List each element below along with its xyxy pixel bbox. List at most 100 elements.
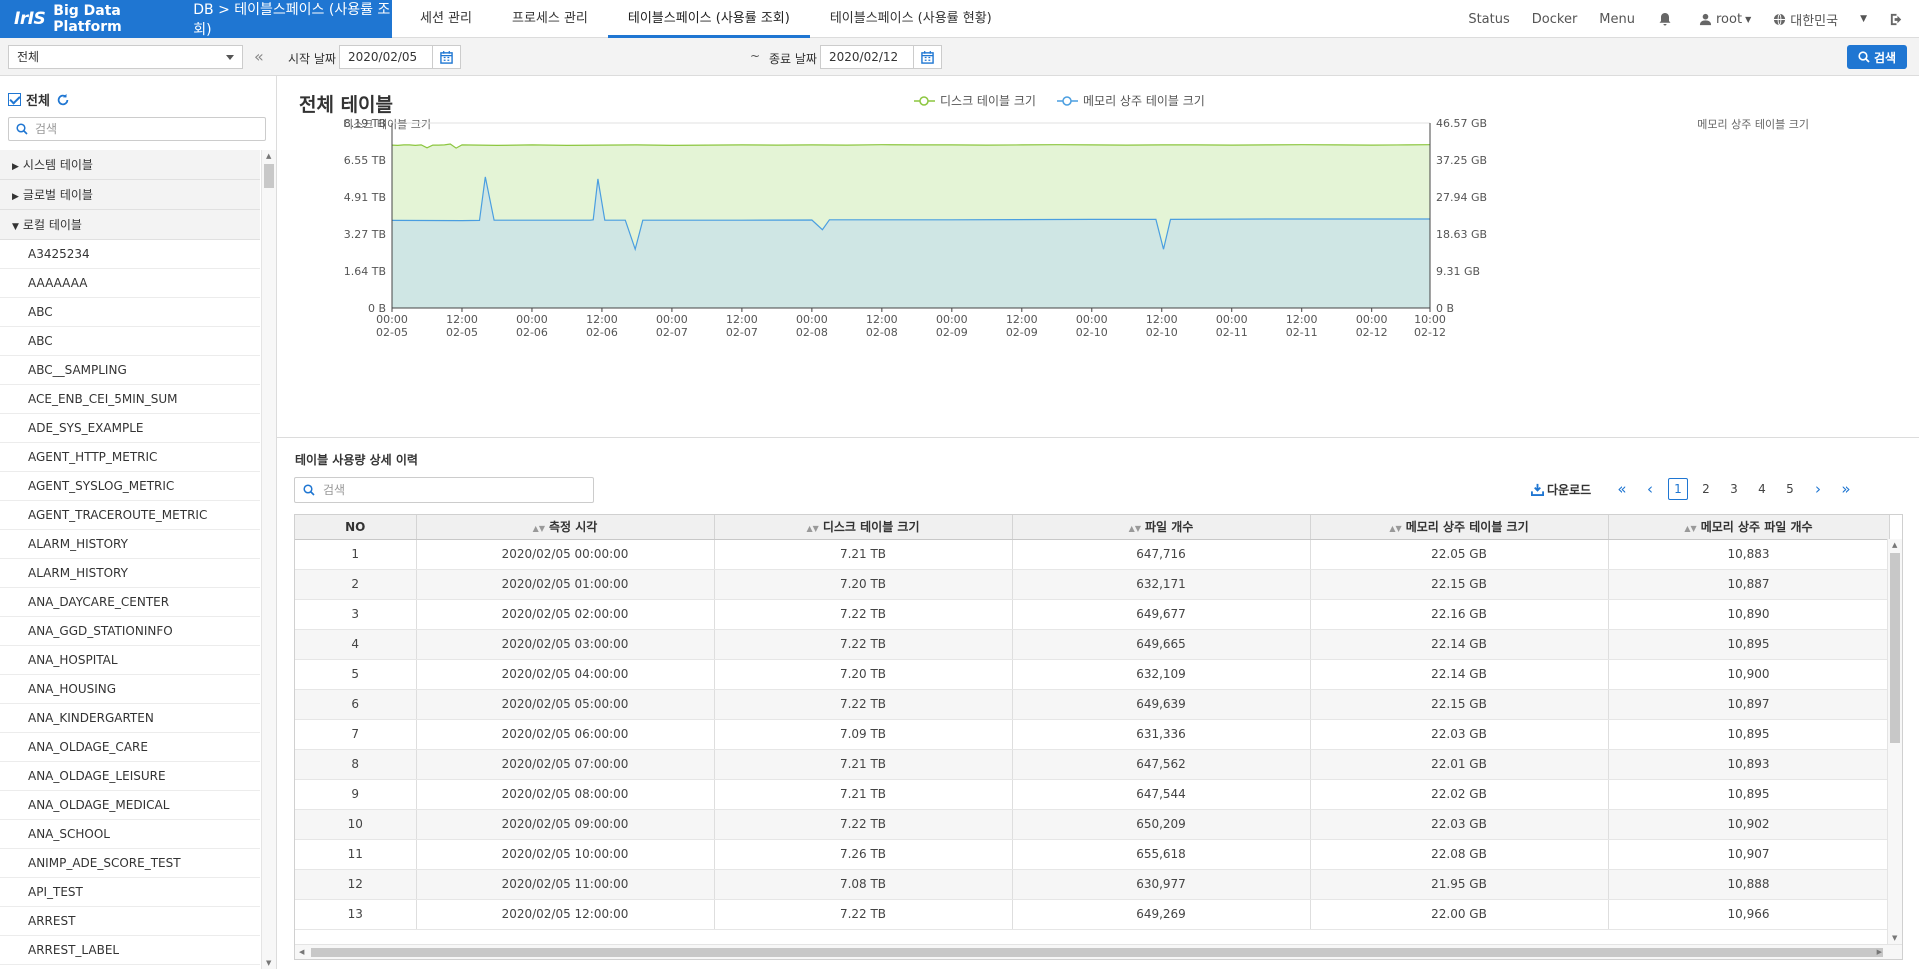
list-item[interactable]: AGENT_HTTP_METRIC — [0, 443, 260, 472]
list-item[interactable]: ANA_HOUSING — [0, 675, 260, 704]
table-row[interactable]: 12 2020/02/05 11:00:00 7.08 TB 630,977 21.95… — [295, 869, 1890, 900]
scroll-down-icon[interactable]: ▼ — [1892, 934, 1897, 942]
download-button[interactable]: 다운로드 — [1531, 481, 1591, 498]
table-row[interactable]: 5 2020/02/05 04:00:00 7.20 TB 632,109 22.14 … — [295, 659, 1890, 690]
list-item[interactable]: ANA_DAYCARE_CENTER — [0, 588, 260, 617]
scroll-thumb[interactable] — [311, 948, 1883, 957]
scroll-right-icon[interactable]: ▶ — [1877, 948, 1882, 956]
status-link[interactable]: Status — [1468, 12, 1509, 27]
bell-icon[interactable] — [1657, 11, 1677, 27]
group-system-tables[interactable]: ▶ 시스템 테이블 — [0, 150, 260, 180]
user-menu[interactable]: root ▼ — [1699, 12, 1751, 27]
column-header[interactable]: ▲▼ 측정 시각 — [416, 515, 715, 540]
column-header[interactable]: ▲▼ 메모리 상주 테이블 크기 — [1310, 515, 1609, 540]
tab-process[interactable]: 프로세스 관리 — [492, 0, 608, 38]
tab-tablespace-usage-query[interactable]: 테이블스페이스 (사용률 조회) — [607, 0, 810, 38]
first-page-icon[interactable]: « — [1608, 480, 1636, 498]
table-row[interactable]: 9 2020/02/05 08:00:00 7.21 TB 647,544 22.02 … — [295, 779, 1890, 810]
list-item[interactable]: ANA_OLDAGE_MEDICAL — [0, 791, 260, 820]
table-row[interactable]: 10 2020/02/05 09:00:00 7.22 TB 650,209 22.03… — [295, 809, 1890, 840]
table-row[interactable]: 3 2020/02/05 02:00:00 7.22 TB 649,677 22.16 … — [295, 599, 1890, 630]
chart-legend[interactable]: 디스크 테이블 크기 메모리 상주 테이블 크기 — [914, 94, 1205, 108]
list-item[interactable]: ANIMP_ADE_SCORE_TEST — [0, 849, 260, 878]
refresh-icon[interactable] — [56, 93, 70, 107]
page-2[interactable]: 2 — [1692, 482, 1720, 496]
list-item[interactable]: ADE_SYS_EXAMPLE — [0, 414, 260, 443]
column-header[interactable]: ▲▼ 파일 개수 — [1012, 515, 1311, 540]
select-all-checkbox[interactable] — [8, 93, 21, 106]
sidebar-scrollbar[interactable]: ▲ ▼ — [261, 150, 276, 969]
list-item[interactable]: A3425234 — [0, 240, 260, 269]
scroll-thumb[interactable] — [1890, 553, 1900, 743]
sort-icon[interactable]: ▲▼ — [533, 524, 545, 533]
list-item[interactable]: ALARM_HISTORY — [0, 559, 260, 588]
start-date-field[interactable]: 2020/02/05 — [339, 45, 461, 69]
country-select[interactable]: 대한민국 — [1773, 10, 1838, 29]
list-item[interactable]: ANA_KINDERGARTEN — [0, 704, 260, 733]
search-button[interactable]: 검색 — [1847, 45, 1907, 69]
column-header[interactable]: ▲▼ 메모리 상주 파일 개수 — [1608, 515, 1890, 540]
list-item[interactable]: ARREST_LABEL — [0, 936, 260, 965]
table-row[interactable]: 13 2020/02/05 12:00:00 7.22 TB 649,269 22.00… — [295, 899, 1890, 930]
table-row[interactable]: 1 2020/02/05 00:00:00 7.21 TB 647,716 22.05 … — [295, 539, 1890, 570]
list-item[interactable]: ANA_HOSPITAL — [0, 646, 260, 675]
sidebar-search-input[interactable]: 검색 — [8, 117, 266, 141]
list-item[interactable]: ABC__SAMPLING — [0, 356, 260, 385]
table-row[interactable]: 6 2020/02/05 05:00:00 7.22 TB 649,639 22.15 … — [295, 689, 1890, 720]
calendar-icon[interactable] — [913, 46, 941, 68]
list-item[interactable]: ANA_OLDAGE_LEISURE — [0, 762, 260, 791]
table-row[interactable]: 7 2020/02/05 06:00:00 7.09 TB 631,336 22.03 … — [295, 719, 1890, 750]
group-global-tables[interactable]: ▶ 글로벌 테이블 — [0, 180, 260, 210]
end-date-field[interactable]: 2020/02/12 — [820, 45, 942, 69]
sort-icon[interactable]: ▲▼ — [1389, 524, 1401, 533]
logout-icon[interactable] — [1889, 12, 1908, 27]
collapse-sidebar-icon[interactable]: « — [254, 47, 264, 66]
list-item[interactable]: AAAAAAA — [0, 269, 260, 298]
tab-session[interactable]: 세션 관리 — [400, 0, 492, 38]
table-row[interactable]: 4 2020/02/05 03:00:00 7.22 TB 649,665 22.14 … — [295, 629, 1890, 660]
page-3[interactable]: 3 — [1720, 482, 1748, 496]
docker-link[interactable]: Docker — [1532, 12, 1578, 27]
scroll-thumb[interactable] — [264, 164, 274, 188]
scroll-up-icon[interactable]: ▲ — [266, 152, 271, 160]
column-header[interactable]: ▲▼ 디스크 테이블 크기 — [714, 515, 1013, 540]
sort-icon[interactable]: ▲▼ — [1684, 524, 1696, 533]
page-4[interactable]: 4 — [1748, 482, 1776, 496]
list-item[interactable]: ABC — [0, 327, 260, 356]
table-row[interactable]: 2 2020/02/05 01:00:00 7.20 TB 632,171 22.15 … — [295, 569, 1890, 600]
table-row[interactable]: 11 2020/02/05 10:00:00 7.26 TB 655,618 22.08… — [295, 839, 1890, 870]
last-page-icon[interactable]: » — [1832, 480, 1860, 498]
list-item[interactable]: ALARM_HISTORY — [0, 530, 260, 559]
list-item[interactable]: ANA_OLDAGE_CARE — [0, 733, 260, 762]
next-page-icon[interactable]: › — [1804, 480, 1832, 498]
list-item[interactable]: AGENT_SYSLOG_METRIC — [0, 472, 260, 501]
brand-area[interactable]: IrIS Big Data Platform DB > 테이블스페이스 (사용률… — [0, 0, 392, 38]
sort-icon[interactable]: ▲▼ — [807, 524, 819, 533]
list-item[interactable]: ACE_ENB_CEI_5MIN_SUM — [0, 385, 260, 414]
detail-search-input[interactable]: 검색 — [294, 477, 594, 503]
sort-icon[interactable]: ▲▼ — [1129, 524, 1141, 533]
group-local-tables[interactable]: ▼ 로컬 테이블 — [0, 210, 260, 240]
page-5[interactable]: 5 — [1776, 482, 1804, 496]
tab-tablespace-usage-status[interactable]: 테이블스페이스 (사용률 현황) — [810, 0, 1012, 38]
table-vertical-scrollbar[interactable]: ▲ ▼ — [1887, 539, 1902, 944]
list-item[interactable]: API_TEST — [0, 878, 260, 907]
scroll-down-icon[interactable]: ▼ — [266, 959, 271, 967]
select-all[interactable]: 전체 — [8, 90, 70, 109]
dropdown-chevron-icon[interactable]: ▼ — [1860, 14, 1867, 24]
list-item[interactable]: ABC — [0, 298, 260, 327]
prev-page-icon[interactable]: ‹ — [1636, 480, 1664, 498]
scroll-up-icon[interactable]: ▲ — [1892, 541, 1897, 549]
list-item[interactable]: ARREST — [0, 907, 260, 936]
menu-link[interactable]: Menu — [1599, 12, 1635, 27]
calendar-icon[interactable] — [432, 46, 460, 68]
table-type-select[interactable]: 전체 — [8, 45, 243, 69]
usage-chart[interactable]: 디스크 테이블 크기 메모리 상주 테이블 크기 디스크 테이블 크기 메모리 … — [277, 76, 1919, 438]
page-1[interactable]: 1 — [1664, 478, 1692, 500]
list-item[interactable]: ANA_SCHOOL — [0, 820, 260, 849]
scroll-left-icon[interactable]: ◀ — [299, 948, 304, 956]
table-row[interactable]: 8 2020/02/05 07:00:00 7.21 TB 647,562 22.01 … — [295, 749, 1890, 780]
column-header[interactable]: NO — [295, 515, 417, 540]
list-item[interactable]: ANA_GGD_STATIONINFO — [0, 617, 260, 646]
list-item[interactable]: AGENT_TRACEROUTE_METRIC — [0, 501, 260, 530]
